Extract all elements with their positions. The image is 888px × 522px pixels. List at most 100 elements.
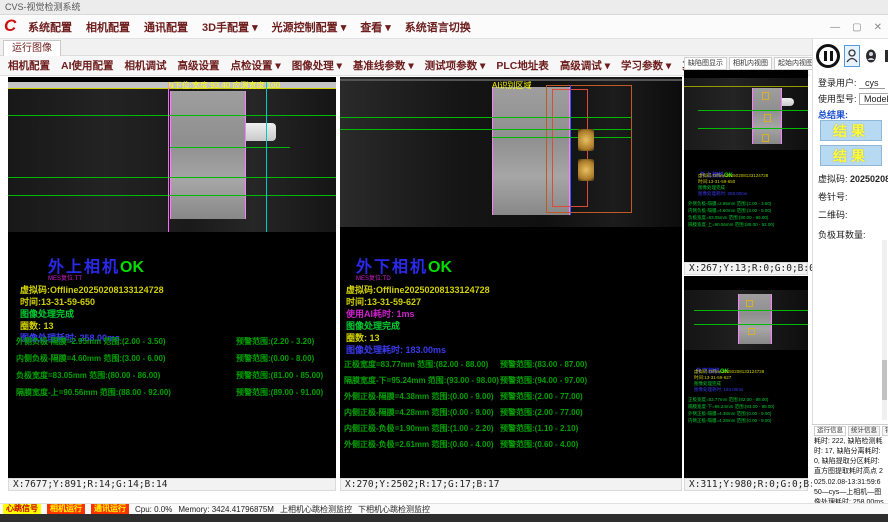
menu-item-light-config[interactable]: 光源控制配置 ▾: [272, 19, 347, 35]
status-bar: 心跳信号 相机运行 通讯运行 Cpu: 0.0% Memory: 3424.41…: [0, 503, 888, 514]
app-logo-icon: C: [4, 17, 22, 35]
left-scene-cell: [170, 91, 246, 219]
mid-measure-warn: 预警范围:(1.10 - 2.10): [500, 423, 578, 434]
mid-measure-row: 正极宽度=83.77mm 范围:(82.00 - 88.00): [344, 359, 488, 370]
tab-run-image[interactable]: 运行图像: [3, 40, 61, 56]
left-overlay-label: N下位:宽度:93.40 应测宽度:100: [168, 80, 280, 91]
toolbar-baseline-params[interactable]: 基准线参数 ▾: [353, 58, 414, 73]
left-measure-row: 负极宽度=83.05mm 范围:(80.00 - 86.00): [16, 370, 160, 381]
mid-overlay-label: AI识别区域: [492, 80, 532, 91]
comm-run-badge: 通讯运行: [91, 504, 129, 514]
login-user-row: 登录用户: cys: [818, 76, 885, 89]
needle-label: 卷针号:: [818, 192, 848, 202]
menu-item-system-config[interactable]: 系统配置: [28, 19, 72, 35]
info-tab-errors[interactable]: 错误信息: [882, 426, 888, 436]
preview-view-top[interactable]: 外上相机OK 虚拟码:Offline20250208133124728 时间:1…: [684, 70, 808, 262]
left-measure-warn: 预警范围:(81.00 - 85.00): [236, 370, 323, 381]
close-button[interactable]: ✕: [874, 22, 882, 33]
cpu-usage: Cpu: 0.0%: [135, 505, 172, 514]
window-controls: — ▢ ✕: [830, 15, 882, 39]
toolbar-spot-check[interactable]: 点检设置 ▾: [231, 58, 281, 73]
maximize-button[interactable]: ▢: [852, 22, 861, 33]
pv1-connector: [782, 98, 794, 106]
left-scene-connector: [246, 123, 276, 141]
model-label: 使用型号:: [818, 94, 857, 104]
mid-camera-view[interactable]: AI识别区域 外下相机OK MES复位:TD 虚拟码:Offline202502…: [340, 77, 682, 478]
virtual-code-value: 20250208: [850, 174, 888, 184]
pv1-yellow-line: [684, 86, 808, 87]
menu-item-camera-config[interactable]: 相机配置: [86, 19, 130, 35]
pv1-measure: 隔膜宽度-上=90.56mm 范围:(88.00 - 92.00): [688, 222, 774, 228]
pv2-yellow-box: [748, 328, 755, 335]
result-box-1: 结果: [820, 120, 882, 141]
pv1-green-line: [698, 110, 808, 111]
login-user-icon[interactable]: [844, 45, 860, 67]
mid-scene-gold-spot: [578, 159, 594, 181]
model-select[interactable]: Model1: [859, 93, 888, 105]
left-coord-bar: X:7677;Y:891;R:14;G:14;B:14: [8, 478, 336, 491]
toolbar-ai-config[interactable]: AI使用配置: [61, 58, 114, 73]
logout-door-icon[interactable]: [882, 45, 888, 67]
preview-tab-defect[interactable]: 缺陷图显示: [684, 57, 727, 70]
menu-item-3d-config[interactable]: 3D手配置 ▾: [202, 19, 258, 35]
toolbar-camera-debug[interactable]: 相机调试: [125, 58, 167, 73]
toolbar-test-params[interactable]: 测试项参数 ▾: [425, 58, 486, 73]
preview-view-bottom[interactable]: 外下相机OK 虚拟码:Offline20250208133124728 时间:1…: [684, 276, 808, 478]
virtual-code-label: 虚拟码:: [818, 174, 848, 184]
mid-measure-warn: 预警范围:(0.60 - 4.00): [500, 439, 578, 450]
menu-item-view[interactable]: 查看 ▾: [360, 19, 391, 35]
pv2-measure: 隔膜宽度-下=95.24mm 范围:(93.00 - 98.00): [688, 404, 774, 410]
pv1-info: 图像处理耗时: 258.00ms: [698, 191, 747, 197]
model-row: 使用型号: Model1: [818, 92, 888, 105]
mid-measure-warn: 预警范围:(83.00 - 87.00): [500, 359, 587, 370]
login-user-label: 登录用户:: [818, 78, 857, 88]
tab-count-row: 负极耳数量:: [818, 228, 866, 241]
mid-measure-row: 内侧正极-负极=1.90mm 范围:(1.00 - 2.20): [344, 423, 494, 434]
scrollbar-thumb[interactable]: [882, 360, 887, 400]
menu-item-language[interactable]: 系统语言切换: [405, 19, 471, 35]
mid-measure-warn: 预警范围:(94.00 - 97.00): [500, 375, 587, 386]
toolbar-plc-table[interactable]: PLC地址表: [496, 58, 549, 73]
qrcode-label: 二维码:: [818, 210, 848, 220]
operator-icon[interactable]: [863, 45, 879, 67]
mid-info-elapsed: 图像处理耗时: 183.00ms: [346, 343, 446, 356]
menu-items: 系统配置 相机配置 通讯配置 3D手配置 ▾ 光源控制配置 ▾ 查看 ▾ 系统语…: [28, 15, 471, 39]
title-bar: CVS-视觉检测系统: [0, 0, 888, 15]
toolbar-advanced-settings[interactable]: 高级设置: [178, 58, 220, 73]
preview-tabs: 缺陷图显示 相机内视图 起始内视图: [684, 57, 810, 70]
pv2-green-line: [694, 324, 808, 325]
preview-bottom-coord-bar: X:311;Y:980;R:0;G:0;B:0: [684, 478, 808, 491]
pv2-measure: 外侧正极-隔膜=4.38mm 范围:(0.00 - 9.00): [688, 411, 771, 417]
pv2-yellow-box: [746, 300, 753, 307]
window-title: CVS-视觉检测系统: [5, 2, 81, 12]
tab-strip: [0, 39, 888, 56]
menu-item-comm-config[interactable]: 通讯配置: [144, 19, 188, 35]
toolbar-camera-config[interactable]: 相机配置: [8, 58, 50, 73]
pv2-measure: 内侧正极-隔膜=4.28mm 范围:(0.00 - 9.00): [688, 418, 771, 424]
toolbar-advanced-debug[interactable]: 高级调试 ▾: [560, 58, 610, 73]
info-tab-run[interactable]: 运行信息: [814, 426, 846, 436]
mid-measure-row: 外侧正极-负极=2.61mm 范围:(0.60 - 4.00): [344, 439, 494, 450]
app-window: CVS-视觉检测系统 C 系统配置 相机配置 通讯配置 3D手配置 ▾ 光源控制…: [0, 0, 888, 522]
toolbar-learning-params[interactable]: 学习参数 ▾: [621, 58, 671, 73]
left-measure-row: 外侧负极-隔膜=2.95mm 范围:(2.00 - 3.50): [16, 336, 166, 347]
pv1-machine: [684, 78, 808, 150]
right-panel-scrollbar[interactable]: [882, 240, 887, 420]
left-measure-row: 隔膜宽度-上=90.56mm 范围:(88.00 - 92.00): [16, 387, 171, 398]
pv1-measure: 内侧负极-隔膜=4.60mm 范围:(3.00 - 6.00): [688, 208, 771, 214]
pv1-yellow-box: [762, 134, 769, 142]
minimize-button[interactable]: —: [830, 22, 840, 33]
mid-measure-row: 外侧正极-隔膜=4.38mm 范围:(0.00 - 9.00): [344, 391, 494, 402]
left-camera-view[interactable]: N下位:宽度:93.40 应测宽度:100 外上相机OK MES复位:TT 虚拟…: [8, 77, 336, 478]
left-measure-warn: 预警范围:(89.00 - 91.00): [236, 387, 323, 398]
toolbar-image-processing[interactable]: 图像处理 ▾: [292, 58, 342, 73]
preview-tab-start[interactable]: 起始内视图: [774, 57, 817, 70]
pv1-yellow-box: [762, 92, 769, 100]
mid-measure-row: 隔膜宽度-下=95.24mm 范围:(93.00 - 98.00): [344, 375, 499, 386]
preview-tab-camera[interactable]: 相机内视图: [729, 57, 772, 70]
pause-button[interactable]: [816, 44, 840, 68]
info-tab-stats[interactable]: 统计信息: [848, 426, 880, 436]
left-measure-warn: 预警范围:(0.00 - 8.00): [236, 353, 314, 364]
mid-mes-label: MES复位:TD: [356, 273, 391, 282]
mid-measure-warn: 预警范围:(2.00 - 77.00): [500, 407, 583, 418]
